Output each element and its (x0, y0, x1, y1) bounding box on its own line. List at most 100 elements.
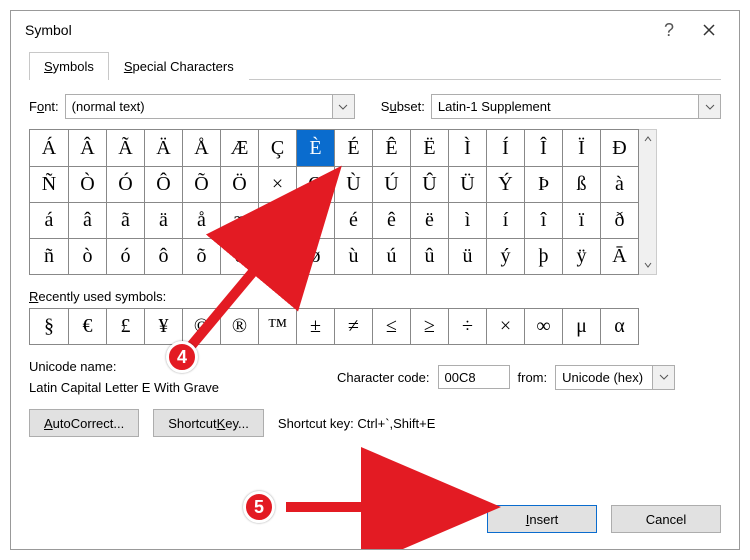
shortcut-key-text: Shortcut key: Ctrl+`,Shift+E (278, 416, 436, 431)
symbol-cell[interactable]: é (334, 202, 372, 238)
symbol-cell[interactable]: Ü (448, 166, 486, 202)
insert-button[interactable]: Insert (487, 505, 597, 533)
symbol-cell[interactable]: Û (410, 166, 448, 202)
symbol-cell[interactable]: í (486, 202, 524, 238)
symbol-cell[interactable]: Ó (106, 166, 144, 202)
symbol-cell[interactable]: Þ (524, 166, 562, 202)
symbol-cell[interactable]: Ï (562, 130, 600, 166)
symbol-cell[interactable]: Ô (144, 166, 182, 202)
recent-symbol-cell[interactable]: ¥ (144, 309, 182, 344)
symbol-cell[interactable]: î (524, 202, 562, 238)
symbol-cell[interactable]: ñ (30, 238, 68, 274)
font-select[interactable]: (normal text) (65, 94, 355, 119)
symbol-cell[interactable]: è (296, 202, 334, 238)
symbol-cell[interactable]: Ù (334, 166, 372, 202)
recent-symbol-cell[interactable]: ∞ (524, 309, 562, 344)
recent-symbol-cell[interactable]: £ (106, 309, 144, 344)
recent-symbol-cell[interactable]: ± (296, 309, 334, 344)
symbol-cell[interactable]: Ñ (30, 166, 68, 202)
char-code-input[interactable] (438, 365, 510, 389)
symbol-cell[interactable]: þ (524, 238, 562, 274)
recent-symbol-cell[interactable]: ® (220, 309, 258, 344)
font-value: (normal text) (66, 99, 332, 114)
symbol-cell[interactable]: Ò (68, 166, 106, 202)
recent-symbol-cell[interactable]: © (182, 309, 220, 344)
symbol-cell[interactable]: ï (562, 202, 600, 238)
symbol-cell[interactable]: ö (220, 238, 258, 274)
symbol-cell[interactable]: × (258, 166, 296, 202)
shortcut-key-button[interactable]: Shortcut Key... (153, 409, 264, 437)
recent-symbol-cell[interactable]: € (68, 309, 106, 344)
symbol-cell[interactable]: ë (410, 202, 448, 238)
symbol-cell[interactable]: Â (68, 130, 106, 166)
symbol-cell[interactable]: Î (524, 130, 562, 166)
symbol-cell[interactable]: É (334, 130, 372, 166)
recent-symbol-cell[interactable]: ≤ (372, 309, 410, 344)
symbol-cell[interactable]: õ (182, 238, 220, 274)
autocorrect-button[interactable]: AutoCorrect... (29, 409, 139, 437)
symbol-cell[interactable]: ß (562, 166, 600, 202)
recent-symbol-cell[interactable]: ≠ (334, 309, 372, 344)
recent-symbol-cell[interactable]: μ (562, 309, 600, 344)
symbol-cell[interactable]: Å (182, 130, 220, 166)
symbol-cell[interactable]: Õ (182, 166, 220, 202)
symbol-cell[interactable]: û (410, 238, 448, 274)
grid-row: áâãäåæçèéêëìíîïð (30, 202, 638, 238)
symbol-cell[interactable]: Ā (600, 238, 638, 274)
symbol-cell[interactable]: ü (448, 238, 486, 274)
symbol-cell[interactable]: à (600, 166, 638, 202)
symbol-cell[interactable]: Ç (258, 130, 296, 166)
symbol-cell[interactable]: ç (258, 202, 296, 238)
symbol-cell[interactable]: Ú (372, 166, 410, 202)
tab-special-characters[interactable]: Special Characters (109, 52, 249, 80)
symbol-cell[interactable]: ó (106, 238, 144, 274)
symbol-cell[interactable]: ø (296, 238, 334, 274)
scroll-down-button[interactable] (639, 256, 656, 274)
symbol-cell[interactable]: á (30, 202, 68, 238)
subset-select[interactable]: Latin-1 Supplement (431, 94, 721, 119)
cancel-button[interactable]: Cancel (611, 505, 721, 533)
from-select[interactable]: Unicode (hex) (555, 365, 675, 390)
symbol-cell[interactable]: Ö (220, 166, 258, 202)
symbol-cell[interactable]: È (296, 130, 334, 166)
symbol-cell[interactable]: ê (372, 202, 410, 238)
scroll-track[interactable] (639, 148, 656, 256)
scroll-up-button[interactable] (639, 130, 656, 148)
symbol-cell[interactable]: ý (486, 238, 524, 274)
from-value: Unicode (hex) (556, 370, 652, 385)
symbol-cell[interactable]: ÿ (562, 238, 600, 274)
symbol-cell[interactable]: ù (334, 238, 372, 274)
symbol-cell[interactable]: Ð (600, 130, 638, 166)
symbol-cell[interactable]: ì (448, 202, 486, 238)
symbol-cell[interactable]: Ø (296, 166, 334, 202)
close-button[interactable] (687, 14, 731, 46)
tab-symbols[interactable]: Symbols (29, 52, 109, 80)
symbol-cell[interactable]: Ã (106, 130, 144, 166)
recent-symbol-cell[interactable]: ÷ (448, 309, 486, 344)
grid-scrollbar[interactable] (639, 129, 657, 275)
symbol-cell[interactable]: ÷ (258, 238, 296, 274)
symbol-cell[interactable]: æ (220, 202, 258, 238)
symbol-cell[interactable]: Ä (144, 130, 182, 166)
symbol-cell[interactable]: Ý (486, 166, 524, 202)
symbol-cell[interactable]: ã (106, 202, 144, 238)
symbol-cell[interactable]: â (68, 202, 106, 238)
symbol-cell[interactable]: ò (68, 238, 106, 274)
symbol-cell[interactable]: ä (144, 202, 182, 238)
symbol-cell[interactable]: ð (600, 202, 638, 238)
symbol-cell[interactable]: ú (372, 238, 410, 274)
symbol-cell[interactable]: Æ (220, 130, 258, 166)
symbol-cell[interactable]: ô (144, 238, 182, 274)
recent-symbol-cell[interactable]: × (486, 309, 524, 344)
symbol-cell[interactable]: Í (486, 130, 524, 166)
recent-symbol-cell[interactable]: ™ (258, 309, 296, 344)
symbol-cell[interactable]: Ì (448, 130, 486, 166)
symbol-cell[interactable]: Ë (410, 130, 448, 166)
recent-symbol-cell[interactable]: ≥ (410, 309, 448, 344)
recent-symbol-cell[interactable]: § (30, 309, 68, 344)
help-button[interactable]: ? (651, 20, 687, 41)
recent-symbol-cell[interactable]: α (600, 309, 638, 344)
symbol-cell[interactable]: å (182, 202, 220, 238)
symbol-cell[interactable]: Á (30, 130, 68, 166)
symbol-cell[interactable]: Ê (372, 130, 410, 166)
